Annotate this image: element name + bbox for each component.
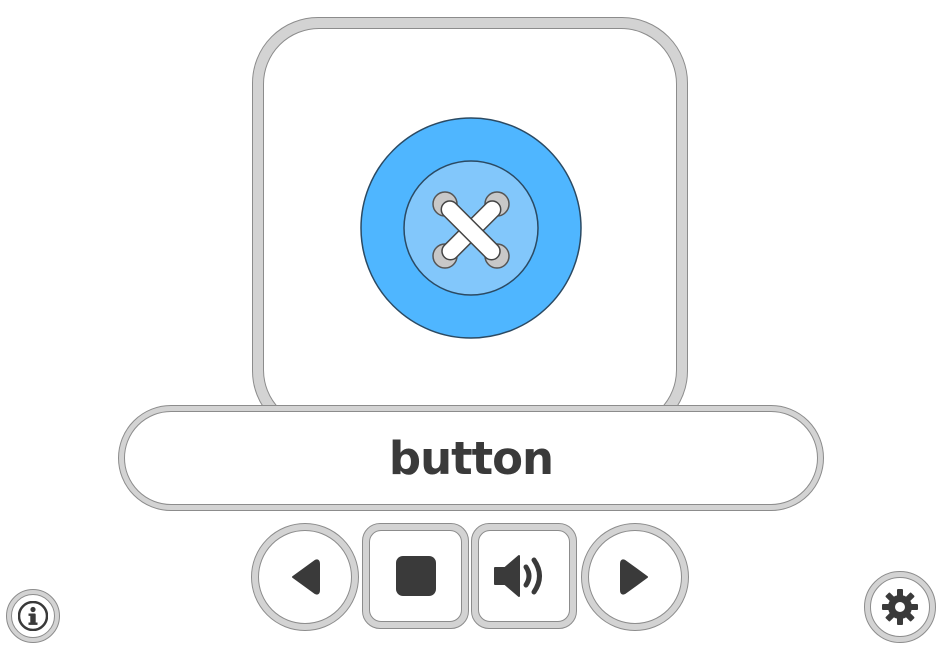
next-button[interactable]: [581, 523, 689, 631]
triangle-right-icon: [620, 559, 648, 595]
previous-button[interactable]: [251, 523, 359, 631]
sewing-button-icon: [360, 117, 582, 339]
info-button[interactable]: [6, 589, 60, 643]
next-button-inner: [588, 530, 682, 624]
info-icon: [18, 601, 48, 631]
settings-button-inner: [870, 577, 930, 637]
word-bar: button: [118, 405, 824, 511]
stop-button[interactable]: [362, 523, 469, 629]
picture-card: [252, 17, 688, 437]
previous-button-inner: [258, 530, 352, 624]
triangle-left-icon: [292, 559, 320, 595]
flashcard-screen: button: [0, 0, 941, 647]
settings-button[interactable]: [864, 571, 936, 643]
stop-square-icon: [395, 556, 436, 596]
stop-button-inner: [369, 530, 462, 622]
word-label: button: [388, 431, 554, 485]
sound-button[interactable]: [471, 523, 577, 629]
gear-icon: [882, 589, 918, 625]
speaker-icon: [494, 555, 542, 597]
word-bar-inner: button: [124, 411, 818, 505]
info-button-inner: [11, 594, 55, 638]
sound-button-inner: [478, 530, 570, 622]
